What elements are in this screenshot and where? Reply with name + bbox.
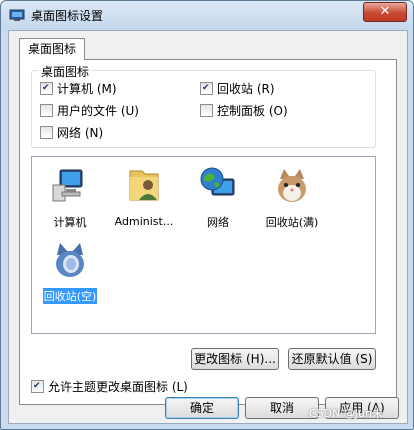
checkbox-recycle-bin[interactable]: 回收站 (R) [200, 80, 275, 97]
icon-item-computer[interactable]: 计算机 [28, 165, 112, 230]
ok-button[interactable]: 确定 [165, 397, 239, 419]
icon-item-user-folder[interactable]: Administ... [102, 165, 186, 228]
desktop-icons-group: 桌面图标 计算机 (M) 回收站 (R) 用户的文件 (U) 控制面板 (O) [31, 63, 376, 148]
checkbox-user-files[interactable]: 用户的文件 (U) [40, 102, 139, 119]
checkbox-label: 计算机 (M) [57, 82, 117, 96]
icon-item-network[interactable]: 网络 [176, 165, 260, 230]
tab-panel: 桌面图标 计算机 (M) 回收站 (R) 用户的文件 (U) 控制面板 (O) [19, 59, 397, 405]
network-globe-icon [200, 167, 235, 196]
user-folder-icon [129, 170, 159, 201]
cancel-button[interactable]: 取消 [245, 397, 319, 419]
recycle-bin-empty-icon [56, 243, 84, 277]
checkbox-label: 网络 (N) [57, 126, 104, 140]
icon-item-recycle-bin-empty[interactable]: 回收站(空) [28, 239, 112, 304]
close-button[interactable]: ✕ [363, 2, 407, 22]
recycle-bin-full-icon [278, 169, 306, 202]
checkbox-box[interactable] [200, 104, 213, 117]
icon-label: 回收站(满) [265, 216, 319, 229]
checkbox-label: 允许主题更改桌面图标 (L) [48, 380, 188, 394]
icon-item-recycle-bin-full[interactable]: 回收站(满) [250, 165, 334, 230]
icon-label-selected: 回收站(空) [42, 288, 98, 304]
group-legend: 桌面图标 [38, 63, 93, 80]
checkbox-label: 用户的文件 (U) [57, 104, 139, 118]
checkbox-box[interactable] [31, 380, 44, 393]
dialog-window: 桌面图标设置 ✕ 桌面图标 桌面图标 计算机 (M) 回收站 (R) 用户的文件… [0, 0, 414, 430]
window-title: 桌面图标设置 [31, 9, 104, 23]
watermark: CSDN @Jun朱 [308, 407, 383, 420]
checkbox-computer[interactable]: 计算机 (M) [40, 80, 117, 97]
icon-label: Administ... [114, 215, 174, 228]
client-area: 桌面图标 桌面图标 计算机 (M) 回收站 (R) 用户的文件 (U) [8, 30, 408, 424]
checkbox-box[interactable] [40, 104, 53, 117]
checkbox-box[interactable] [40, 126, 53, 139]
checkbox-network[interactable]: 网络 (N) [40, 124, 103, 141]
tab-desktop-icons[interactable]: 桌面图标 [19, 38, 85, 60]
computer-icon [52, 169, 83, 202]
icon-label: 网络 [207, 216, 229, 229]
icon-label: 计算机 [53, 216, 87, 229]
change-icon-button[interactable]: 更改图标 (H)... [191, 348, 279, 370]
checkbox-label: 回收站 (R) [217, 82, 275, 96]
app-icon [9, 9, 25, 21]
checkbox-control-panel[interactable]: 控制面板 (O) [200, 102, 288, 119]
icon-list[interactable]: 计算机 Administ... 网络 回收站(满) 回收站(空) [31, 156, 376, 334]
checkbox-box[interactable] [40, 82, 53, 95]
checkbox-label: 控制面板 (O) [217, 104, 288, 118]
restore-default-button[interactable]: 还原默认值 (S) [288, 348, 376, 370]
checkbox-allow-theme[interactable]: 允许主题更改桌面图标 (L) [31, 378, 188, 395]
title-bar[interactable]: 桌面图标设置 ✕ [1, 1, 413, 29]
checkbox-box[interactable] [200, 82, 213, 95]
